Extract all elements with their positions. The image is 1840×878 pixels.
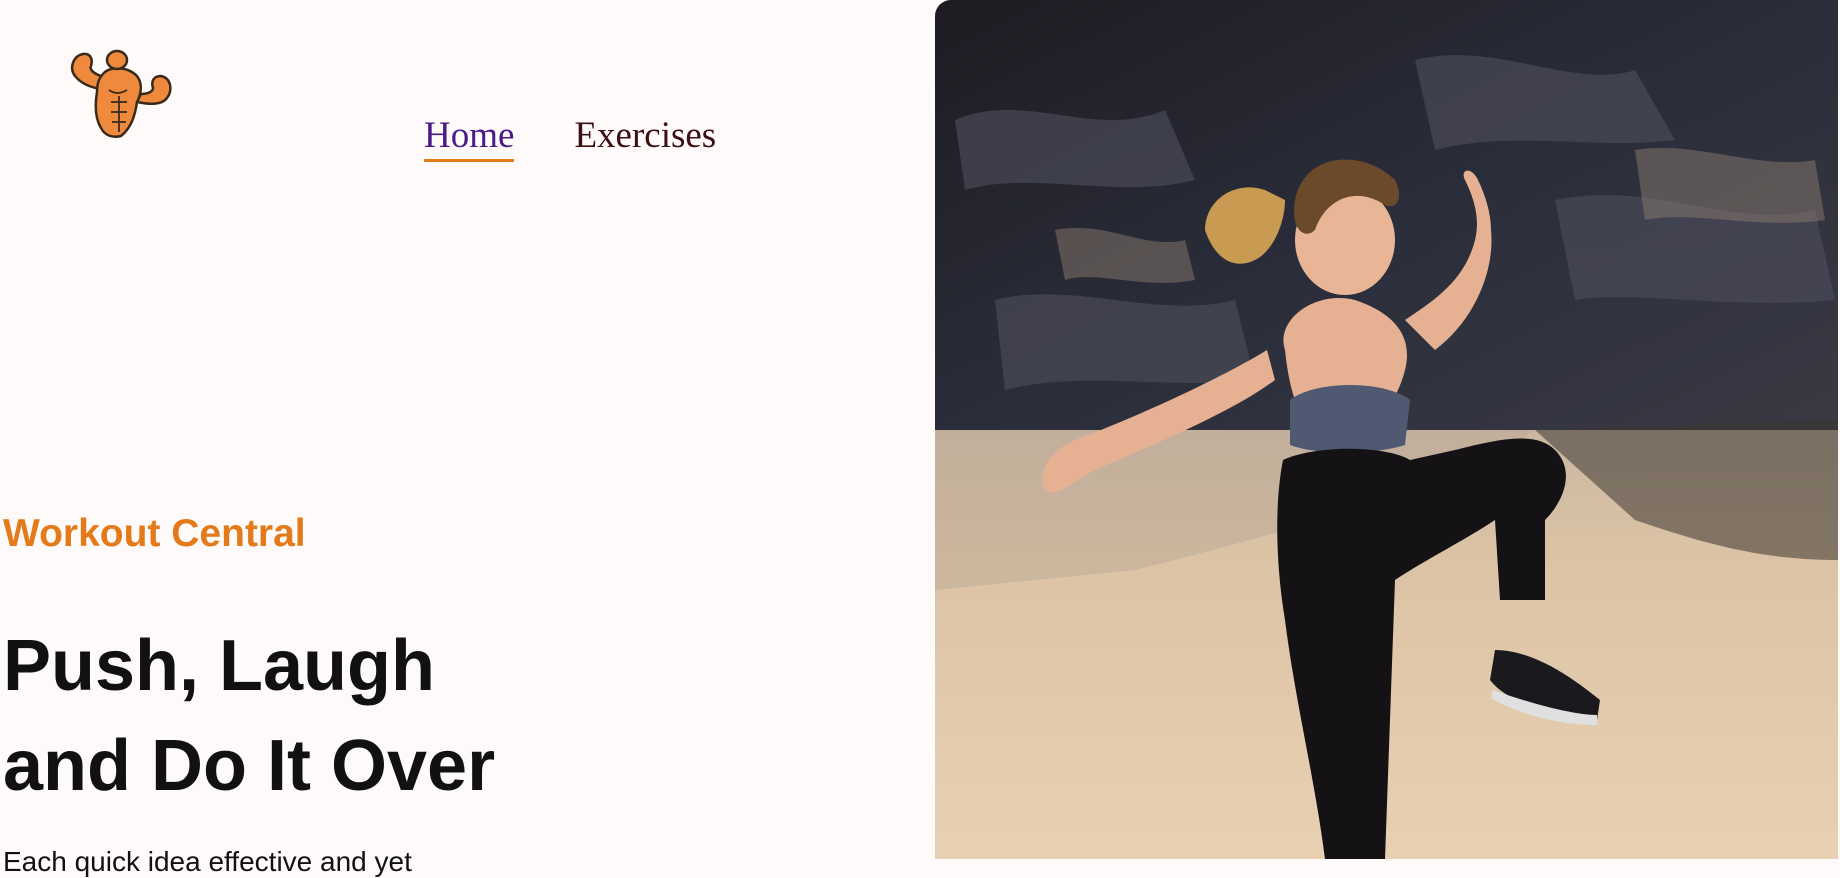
logo-icon[interactable] — [65, 48, 177, 140]
hero-subtext: Each quick idea effective and yet — [3, 846, 412, 877]
headline-line-2: and Do It Over — [3, 726, 496, 806]
hero-photo — [935, 0, 1838, 859]
hero-headline: Push, Laugh and Do It Over — [3, 616, 495, 816]
nav-home-link[interactable]: Home — [424, 114, 515, 162]
brand-name: Workout Central — [3, 512, 306, 555]
nav-exercises-link[interactable]: Exercises — [574, 114, 716, 162]
main-nav: Home Exercises — [424, 114, 716, 162]
headline-line-1: Push, Laugh — [3, 626, 435, 706]
